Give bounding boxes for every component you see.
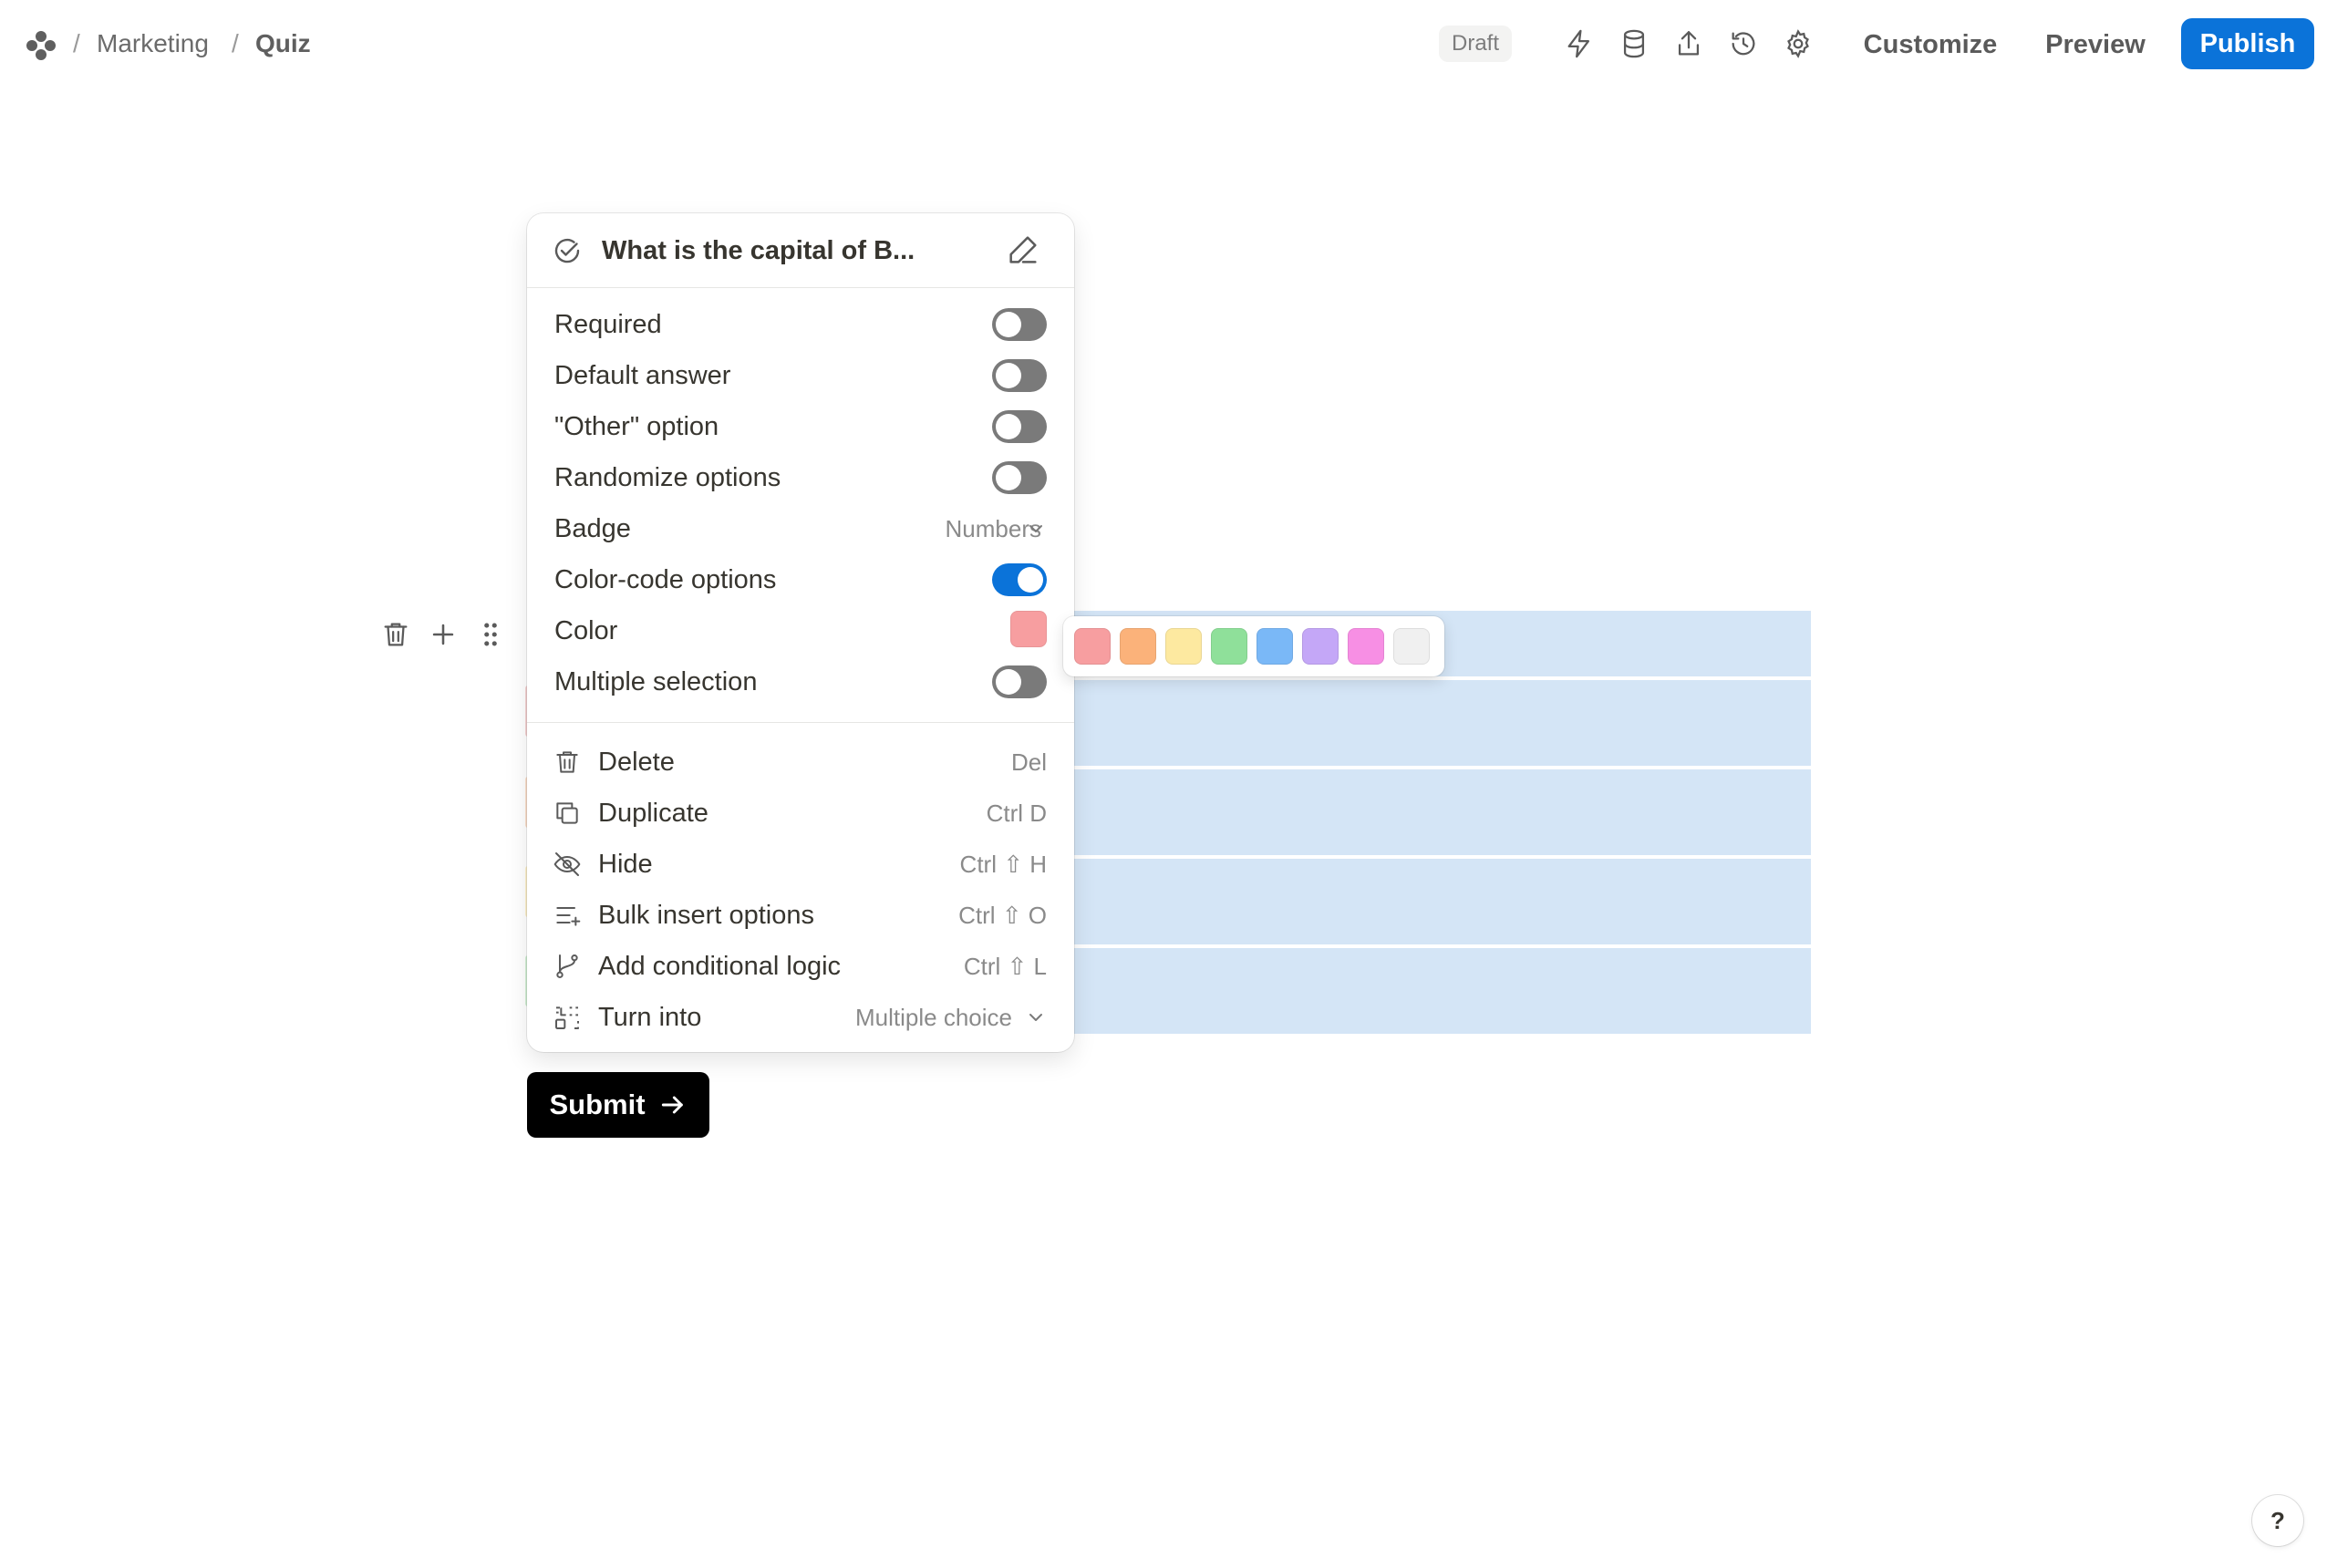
publish-button[interactable]: Publish xyxy=(2181,18,2314,69)
setting-other-option[interactable]: "Other" option xyxy=(527,401,1074,452)
action-label: Hide xyxy=(598,850,653,879)
action-bulk-insert-options[interactable]: Bulk insert options Ctrl ⇧ O xyxy=(527,890,1074,941)
action-shortcut: Del xyxy=(1010,748,1047,776)
database-icon[interactable] xyxy=(1616,26,1652,62)
answer-option-row[interactable] xyxy=(1072,859,1811,944)
question-settings-menu: What is the capital of B... Required Def… xyxy=(527,213,1074,1052)
action-label: Delete xyxy=(598,748,675,777)
action-label: Bulk insert options xyxy=(598,901,814,930)
action-add-conditional-logic[interactable]: Add conditional logic Ctrl ⇧ L xyxy=(527,941,1074,992)
edit-pencil-icon[interactable] xyxy=(1005,232,1041,268)
setting-label: Badge xyxy=(554,514,631,543)
eye-off-icon xyxy=(553,852,581,876)
color-option-purple[interactable] xyxy=(1302,628,1339,665)
setting-label: Color-code options xyxy=(554,565,777,594)
color-palette-popover xyxy=(1063,616,1444,676)
chevron-down-icon[interactable] xyxy=(1025,518,1047,540)
top-bar: / Marketing / Quiz Draft Customize Previ… xyxy=(0,0,2327,89)
answer-option-row[interactable] xyxy=(1072,680,1811,766)
color-option-blue[interactable] xyxy=(1257,628,1293,665)
action-shortcut: Ctrl ⇧ H xyxy=(959,851,1047,878)
history-icon[interactable] xyxy=(1725,26,1762,62)
list-plus-icon xyxy=(556,907,581,926)
color-code-options-toggle[interactable] xyxy=(992,563,1047,596)
trash-icon xyxy=(556,751,578,773)
setting-label: Color xyxy=(554,616,618,645)
answer-option-row[interactable] xyxy=(1072,769,1811,855)
setting-randomize-options[interactable]: Randomize options xyxy=(527,452,1074,503)
turn-into-select-value[interactable]: Multiple choice xyxy=(855,999,1012,1036)
question-title: What is the capital of B... xyxy=(602,236,915,265)
action-shortcut: Ctrl ⇧ L xyxy=(963,953,1047,980)
setting-multiple-selection[interactable]: Multiple selection xyxy=(527,656,1074,707)
action-hide[interactable]: Hide Ctrl ⇧ H xyxy=(527,839,1074,890)
randomize-options-toggle[interactable] xyxy=(992,461,1047,494)
duplicate-icon xyxy=(556,802,578,824)
action-label: Duplicate xyxy=(598,799,708,828)
color-option-green[interactable] xyxy=(1211,628,1247,665)
setting-default-answer[interactable]: Default answer xyxy=(527,350,1074,401)
preview-button[interactable]: Preview xyxy=(2039,24,2152,66)
setting-label: Required xyxy=(554,310,662,339)
submit-button[interactable]: Submit xyxy=(527,1072,709,1138)
check-circle-icon xyxy=(554,238,580,263)
submit-button-label: Submit xyxy=(549,1088,646,1120)
action-shortcut: Ctrl ⇧ O xyxy=(958,902,1047,929)
setting-label: Multiple selection xyxy=(554,667,758,696)
help-button[interactable]: ? xyxy=(2252,1495,2303,1546)
app-logo-icon[interactable] xyxy=(24,28,58,63)
color-option-pink[interactable] xyxy=(1348,628,1384,665)
share-upload-icon[interactable] xyxy=(1670,26,1707,62)
setting-badge[interactable]: Badge Numbers xyxy=(527,503,1074,554)
action-duplicate[interactable]: Duplicate Ctrl D xyxy=(527,788,1074,839)
customize-button[interactable]: Customize xyxy=(1856,24,2004,66)
menu-header: What is the capital of B... xyxy=(527,213,1074,288)
chevron-down-icon[interactable] xyxy=(1025,1006,1047,1028)
color-option-yellow[interactable] xyxy=(1165,628,1202,665)
color-option-orange[interactable] xyxy=(1120,628,1156,665)
breadcrumb-separator: / xyxy=(232,29,239,57)
action-delete[interactable]: Delete Del xyxy=(527,737,1074,788)
arrow-right-icon xyxy=(661,1096,683,1114)
lightning-icon[interactable] xyxy=(1561,26,1598,62)
delete-block-icon[interactable] xyxy=(377,616,414,653)
transform-icon xyxy=(555,1006,579,1029)
setting-color-code-options[interactable]: Color-code options xyxy=(527,554,1074,605)
breadcrumb-page[interactable]: Quiz xyxy=(255,27,311,60)
other-option-toggle[interactable] xyxy=(992,410,1047,443)
action-label: Add conditional logic xyxy=(598,952,842,981)
required-toggle[interactable] xyxy=(992,308,1047,341)
breadcrumb-separator: / xyxy=(73,29,80,57)
setting-label: Randomize options xyxy=(554,463,781,492)
breadcrumb-workspace[interactable]: Marketing xyxy=(97,27,209,60)
setting-color[interactable]: Color xyxy=(527,605,1074,656)
action-shortcut: Ctrl D xyxy=(986,799,1047,827)
setting-label: Default answer xyxy=(554,361,731,390)
default-answer-toggle[interactable] xyxy=(992,359,1047,392)
action-label: Turn into xyxy=(598,1003,702,1032)
add-block-icon[interactable] xyxy=(425,616,461,653)
color-option-gray[interactable] xyxy=(1393,628,1430,665)
multiple-selection-toggle[interactable] xyxy=(992,665,1047,698)
drag-handle-icon[interactable] xyxy=(472,616,509,653)
color-option-red[interactable] xyxy=(1074,628,1111,665)
color-swatch-button[interactable] xyxy=(1010,611,1047,647)
setting-label: "Other" option xyxy=(554,412,719,441)
status-badge: Draft xyxy=(1439,26,1513,62)
settings-gear-icon[interactable] xyxy=(1780,26,1816,62)
branch-icon xyxy=(556,954,578,978)
menu-divider xyxy=(527,722,1074,723)
answer-option-row[interactable] xyxy=(1072,948,1811,1034)
setting-required[interactable]: Required xyxy=(527,299,1074,350)
action-turn-into[interactable]: Turn into Multiple choice xyxy=(527,992,1074,1043)
